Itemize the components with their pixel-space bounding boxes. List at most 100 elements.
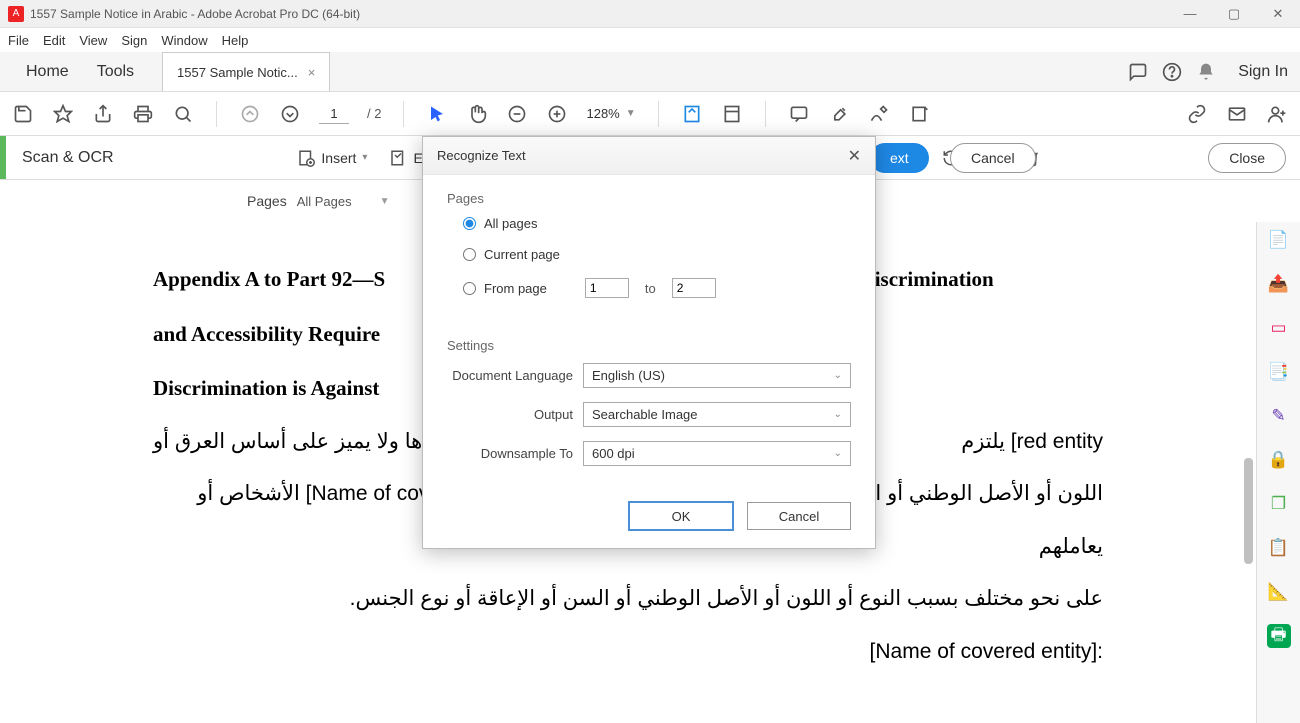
menu-file[interactable]: File [8,33,29,48]
downsample-label: Downsample To [447,446,573,461]
top-tab-bar: Home Tools 1557 Sample Notic... × Sign I… [0,52,1300,92]
to-label: to [645,281,656,296]
main-toolbar: 1 / 2 128% ▼ [0,92,1300,136]
from-page-input[interactable] [585,278,629,298]
radio-from-page-input[interactable] [463,282,476,295]
radio-current-page-input[interactable] [463,248,476,261]
page-up-icon[interactable] [239,103,261,125]
menu-window[interactable]: Window [161,33,207,48]
draw-icon[interactable] [868,103,890,125]
maximize-button[interactable]: ▢ [1220,6,1248,22]
pages-section-label: Pages [447,191,851,206]
combine-icon[interactable]: ❐ [1267,492,1291,516]
mail-icon[interactable] [1226,103,1248,125]
recognize-text-dialog: Recognize Text ✕ Pages All pages Current… [422,136,876,549]
tab-home[interactable]: Home [12,52,83,91]
document-tab-close-icon[interactable]: × [308,65,316,80]
tab-tools[interactable]: Tools [83,52,148,91]
menu-view[interactable]: View [79,33,107,48]
find-icon[interactable] [172,103,194,125]
bell-icon[interactable] [1196,62,1230,82]
close-tool-button[interactable]: Close [1208,143,1286,173]
downsample-value: 600 dpi [592,446,635,461]
dialog-close-icon[interactable]: ✕ [848,146,861,166]
doc-arabic-line-3: على نحو مختلف بسبب النوع أو اللون أو الأ… [153,573,1103,626]
title-bar: A 1557 Sample Notice in Arabic - Adobe A… [0,0,1300,28]
chevron-down-icon: ⌄ [834,409,842,420]
insert-label: Insert [321,150,356,166]
dialog-title: Recognize Text [437,148,848,163]
close-window-button[interactable]: ✕ [1264,6,1292,22]
export-pdf-icon[interactable]: 📤 [1267,272,1291,296]
chevron-down-icon: ⌄ [834,448,842,459]
settings-section-label: Settings [447,338,851,353]
hand-tool-icon[interactable] [466,103,488,125]
save-icon[interactable] [12,103,34,125]
zoom-dropdown[interactable]: 128% ▼ [586,106,635,121]
select-tool-icon[interactable] [426,103,448,125]
menu-sign[interactable]: Sign [121,33,147,48]
doc-language-select[interactable]: English (US) ⌄ [583,363,851,388]
create-pdf-icon[interactable]: 📄 [1267,228,1291,252]
page-total-label: / 2 [367,106,381,121]
recognize-text-button[interactable]: ext [870,143,929,173]
radio-all-pages-label: All pages [484,216,537,231]
print-icon[interactable] [132,103,154,125]
ok-button[interactable]: OK [629,502,733,530]
insert-menu[interactable]: Insert ▾ [297,149,367,167]
doc-arabic-line-4: :[Name of covered entity] [153,626,1103,679]
chevron-down-icon: ▼ [626,108,636,119]
radio-all-pages[interactable]: All pages [463,216,851,231]
scan-ocr-rail-icon[interactable]: 🖶 [1267,624,1291,648]
to-page-input[interactable] [672,278,716,298]
radio-from-page-label: From page [484,281,547,296]
radio-from-page[interactable]: From page to [463,278,851,298]
erase-icon[interactable] [908,103,930,125]
fill-sign-icon[interactable]: ✎ [1267,404,1291,428]
zoom-in-icon[interactable] [546,103,568,125]
fit-page-icon[interactable] [721,103,743,125]
sign-in-link[interactable]: Sign In [1238,63,1288,81]
downsample-select[interactable]: 600 dpi ⌄ [583,441,851,466]
protect-icon[interactable]: 🔒 [1267,448,1291,472]
zoom-out-icon[interactable] [506,103,528,125]
recognize-cancel-button[interactable]: Cancel [950,143,1036,173]
doc-language-value: English (US) [592,368,665,383]
menu-help[interactable]: Help [222,33,249,48]
comment-icon[interactable] [788,103,810,125]
tools-rail: 📄 📤 ▭ 📑 ✎ 🔒 ❐ 📋 📐 🖶 [1256,222,1300,723]
page-down-icon[interactable] [279,103,301,125]
page-number-input[interactable]: 1 [319,104,349,124]
edit-pdf-icon[interactable]: ▭ [1267,316,1291,340]
measure-icon[interactable]: 📐 [1267,580,1291,604]
link-icon[interactable] [1186,103,1208,125]
radio-current-page[interactable]: Current page [463,247,851,262]
help-icon[interactable] [1162,62,1196,82]
doc-language-label: Document Language [447,368,573,383]
radio-all-pages-input[interactable] [463,217,476,230]
add-person-icon[interactable] [1266,103,1288,125]
pages-label: Pages [247,193,287,209]
scrollbar-thumb[interactable] [1244,458,1253,564]
scan-ocr-label: Scan & OCR [6,149,130,167]
stamp-icon[interactable]: 📋 [1267,536,1291,560]
document-tab-label: 1557 Sample Notic... [177,65,298,80]
star-icon[interactable] [52,103,74,125]
output-label: Output [447,407,573,422]
fit-width-icon[interactable] [681,103,703,125]
chevron-down-icon: ⌄ [834,370,842,381]
window-title: 1557 Sample Notice in Arabic - Adobe Acr… [30,7,1176,21]
highlight-icon[interactable] [828,103,850,125]
share-icon[interactable] [92,103,114,125]
chat-icon[interactable] [1128,62,1162,82]
output-select[interactable]: Searchable Image ⌄ [583,402,851,427]
chevron-down-icon: ▼ [380,196,390,207]
menu-edit[interactable]: Edit [43,33,65,48]
radio-current-page-label: Current page [484,247,560,262]
document-tab[interactable]: 1557 Sample Notic... × [162,52,330,91]
cancel-button[interactable]: Cancel [747,502,851,530]
minimize-button[interactable]: — [1176,6,1204,22]
organize-icon[interactable]: 📑 [1267,360,1291,384]
pages-dropdown[interactable]: All Pages ▼ [297,194,390,209]
menu-bar: File Edit View Sign Window Help [0,28,1300,52]
